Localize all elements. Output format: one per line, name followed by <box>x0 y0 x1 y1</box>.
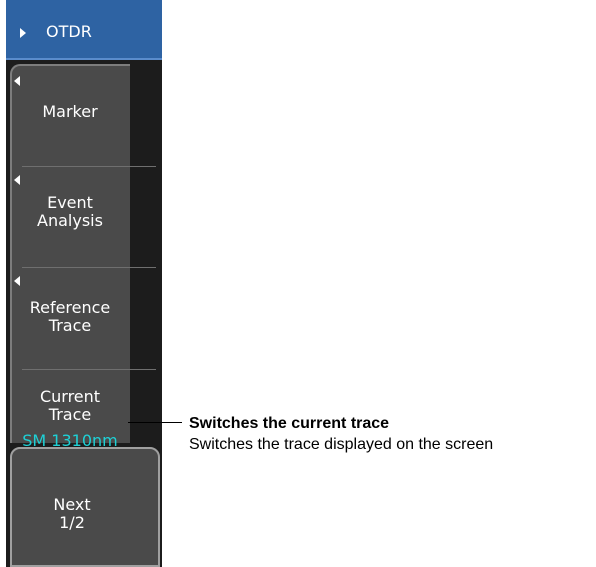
callout-description: Switches the trace displayed on the scre… <box>189 436 494 453</box>
softkey-current-trace-line2: Trace <box>48 405 92 424</box>
softkey-current-trace[interactable]: Current Trace SM 1310nm <box>10 370 130 450</box>
softkey-event-analysis-line1: Event <box>47 193 93 212</box>
softkey-reference-trace-line1: Reference <box>29 298 111 317</box>
caret-left-icon <box>14 276 20 286</box>
softkey-next-line2: 1/2 <box>59 513 85 532</box>
softkey-reference-trace-line2: Trace <box>48 316 92 335</box>
softkey-current-trace-line1: Current <box>39 387 101 406</box>
caret-left-icon <box>14 175 20 185</box>
softkey-next-line1: Next <box>53 495 91 514</box>
softkey-reference-trace[interactable]: Reference Trace <box>10 268 130 368</box>
menu-header-otdr[interactable]: OTDR <box>6 0 162 60</box>
softkey-event-analysis[interactable]: Event Analysis <box>10 167 130 267</box>
softkey-next-page[interactable]: Next 1/2 <box>10 447 160 567</box>
softkey-marker-label: Marker <box>42 102 98 121</box>
caret-right-icon <box>20 28 26 38</box>
callout-title: Switches the current trace <box>189 415 390 432</box>
caret-left-icon <box>14 76 20 86</box>
softkey-marker[interactable]: Marker <box>10 66 130 166</box>
softkey-event-analysis-line2: Analysis <box>37 211 103 230</box>
callout-leader-line <box>128 422 182 423</box>
menu-header-label: OTDR <box>46 22 92 41</box>
